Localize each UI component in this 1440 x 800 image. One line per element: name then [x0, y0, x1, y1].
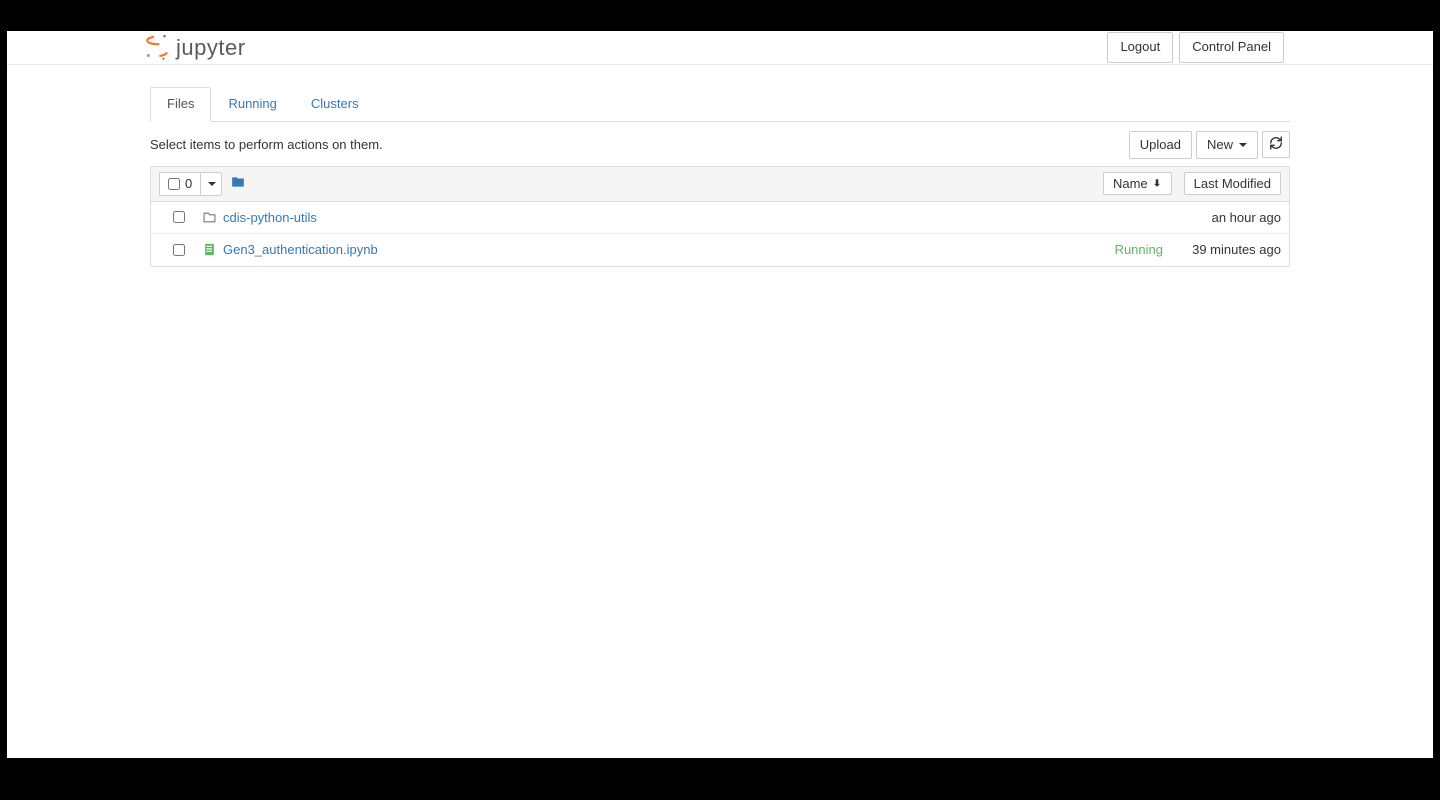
sort-modified-button[interactable]: Last Modified: [1184, 172, 1281, 195]
chevron-down-icon: [1239, 143, 1247, 147]
item-link[interactable]: Gen3_authentication.ipynb: [223, 242, 378, 257]
refresh-button[interactable]: [1262, 131, 1290, 158]
logout-button[interactable]: Logout: [1107, 32, 1173, 62]
new-dropdown[interactable]: New: [1196, 131, 1258, 159]
item-status: Running: [1115, 242, 1163, 257]
tab-clusters[interactable]: Clusters: [294, 87, 376, 122]
selection-hint: Select items to perform actions on them.: [150, 137, 383, 152]
tab-running[interactable]: Running: [211, 87, 293, 122]
item-link[interactable]: cdis-python-utils: [223, 210, 317, 225]
sort-name-label: Name: [1113, 176, 1148, 191]
item-modified: 39 minutes ago: [1171, 242, 1281, 257]
jupyter-logo[interactable]: jupyter: [144, 31, 246, 65]
tab-files[interactable]: Files: [150, 87, 211, 122]
brand-name: jupyter: [176, 35, 246, 61]
select-menu-toggle[interactable]: [201, 173, 221, 195]
list-item: cdis-python-utils an hour ago: [151, 202, 1289, 234]
row-checkbox[interactable]: [173, 244, 185, 256]
app-header: jupyter Logout Control Panel: [7, 31, 1433, 65]
file-listing: 0 Name: [150, 166, 1290, 267]
selected-count: 0: [185, 176, 192, 191]
listing-header: 0 Name: [151, 167, 1289, 202]
main-tabs: Files Running Clusters: [150, 87, 1290, 122]
select-all-dropdown[interactable]: 0: [159, 172, 222, 196]
sort-name-button[interactable]: Name: [1103, 172, 1172, 195]
row-checkbox[interactable]: [173, 211, 185, 223]
select-all-checkbox[interactable]: [168, 178, 180, 190]
sort-modified-label: Last Modified: [1194, 176, 1271, 191]
notebook-icon: [199, 242, 219, 257]
chevron-down-icon: [208, 182, 216, 186]
upload-button[interactable]: Upload: [1129, 131, 1192, 159]
folder-icon: [199, 211, 219, 224]
item-modified: an hour ago: [1171, 210, 1281, 225]
list-item: Gen3_authentication.ipynb Running 39 min…: [151, 234, 1289, 266]
new-label: New: [1207, 136, 1233, 154]
breadcrumb-root[interactable]: [230, 175, 246, 192]
jupyter-logo-icon: [144, 34, 170, 62]
refresh-icon: [1269, 136, 1283, 153]
arrow-down-icon: [1152, 176, 1162, 191]
control-panel-button[interactable]: Control Panel: [1179, 32, 1284, 62]
